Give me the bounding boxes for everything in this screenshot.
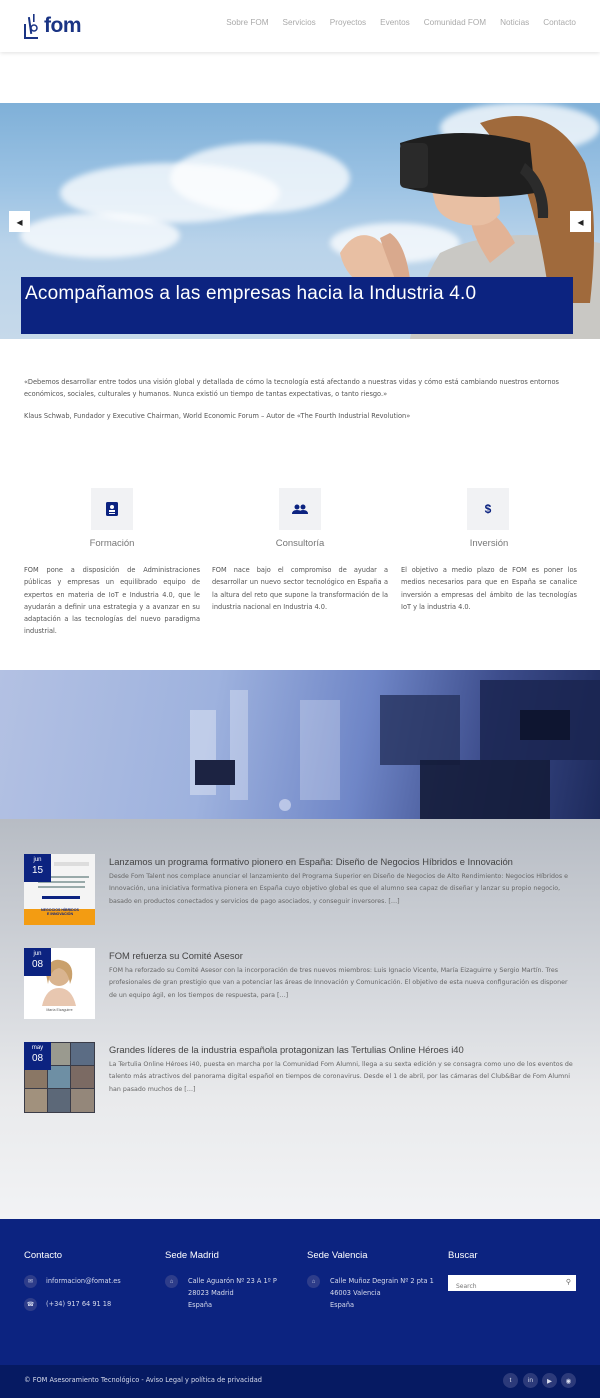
footer-heading-contacto: Contacto xyxy=(24,1250,63,1261)
dollar-icon: $ xyxy=(467,488,509,530)
news-title-link[interactable]: Grandes líderes de la industria española… xyxy=(109,1044,464,1055)
nav-item-comunidad-fom[interactable]: Comunidad FOM xyxy=(424,18,486,27)
footer-madrid-line2: 28023 Madrid xyxy=(188,1289,234,1297)
quote-author: Klaus Schwab, Fundador y Executive Chair… xyxy=(24,412,411,420)
feature-text: FOM nace bajo el compromiso de ayudar a … xyxy=(212,566,388,611)
footer-madrid-line3: España xyxy=(188,1301,213,1309)
site-header: fom Sobre FOM Servicios Proyectos Evento… xyxy=(0,0,600,52)
footer-phone: (+34) 917 64 91 18 xyxy=(46,1300,112,1308)
news-section: NEGOCIOS HÍBRIDOS E INNOVACIÓN jun 15 La… xyxy=(0,819,600,1219)
feature-title: Consultoría xyxy=(275,538,325,549)
news-date-badge: jun 15 xyxy=(24,854,51,882)
hero-caption: Acompañamos a las empresas hacia la Indu… xyxy=(21,277,573,334)
feature-text: El objetivo a medio plazo de FOM es pone… xyxy=(401,566,577,611)
id-card-icon xyxy=(91,488,133,530)
dollar-glyph: $ xyxy=(484,502,492,516)
bottom-bar: © FOM Asesoramiento Tecnológico - Aviso … xyxy=(0,1365,600,1398)
news-month: jun xyxy=(33,857,42,863)
news-day: 08 xyxy=(31,1053,44,1064)
logo[interactable]: fom xyxy=(24,13,82,39)
chevron-left-icon: ◂ xyxy=(577,214,584,229)
nav-item-eventos[interactable]: Eventos xyxy=(380,18,410,27)
linkedin-icon[interactable]: in xyxy=(523,1373,538,1388)
news-item[interactable]: may 08 Grandes líderes de la industria e… xyxy=(24,1042,576,1114)
news-thumb-label: María Eizaguirre xyxy=(46,1008,73,1012)
cloud xyxy=(20,213,180,258)
slider-next-button[interactable]: ◂ xyxy=(570,211,591,232)
industrial-banner-image xyxy=(0,670,600,819)
nav-item-noticias[interactable]: Noticias xyxy=(500,18,529,27)
footer-search-box: ⚲ xyxy=(448,1275,576,1295)
footer-valencia-line1: Calle Muñoz Degrain Nº 2 pta 1 xyxy=(330,1277,434,1285)
news-title-link[interactable]: Lanzamos un programa formativo pionero e… xyxy=(109,856,513,867)
hero-slider: ◂ ◂ Acompañamos a las empresas hacia la … xyxy=(0,103,600,339)
footer-heading-madrid: Sede Madrid xyxy=(165,1250,219,1261)
feature-text: FOM pone a disposición de Administracion… xyxy=(24,566,200,636)
slider-prev-button[interactable]: ◂ xyxy=(9,211,30,232)
search-icon[interactable]: ⚲ xyxy=(566,1278,571,1286)
nav-item-proyectos[interactable]: Proyectos xyxy=(330,18,366,27)
news-date-badge: jun 08 xyxy=(24,948,51,976)
news-date-badge: may 08 xyxy=(24,1042,51,1070)
news-day: 15 xyxy=(31,865,44,876)
nav-item-contacto[interactable]: Contacto xyxy=(543,18,576,27)
footer-madrid-line1: Calle Aguarón Nº 23 A 1º P xyxy=(188,1277,277,1285)
hero-caption-text: Acompañamos a las empresas hacia la Indu… xyxy=(25,283,477,304)
nav-item-servicios[interactable]: Servicios xyxy=(283,18,316,27)
twitter-icon[interactable]: t xyxy=(503,1373,518,1388)
footer-email-link[interactable]: informacion@fomat.es xyxy=(46,1275,121,1287)
news-month: jun xyxy=(33,951,42,957)
logo-mark-icon xyxy=(24,13,40,39)
footer-heading-valencia: Sede Valencia xyxy=(307,1250,368,1261)
footer-valencia-line3: España xyxy=(330,1301,355,1309)
news-item[interactable]: María Eizaguirre jun 08 FOM refuerza su … xyxy=(24,948,576,1020)
news-title-link[interactable]: FOM refuerza su Comité Asesor xyxy=(109,950,243,961)
copyright-text[interactable]: © FOM Asesoramiento Tecnológico - Aviso … xyxy=(24,1376,262,1384)
logo-text: fom xyxy=(44,14,82,37)
feature-title: Inversión xyxy=(469,538,509,549)
search-input[interactable] xyxy=(448,1278,558,1295)
mail-icon: ✉ xyxy=(24,1275,37,1288)
home-icon: ⌂ xyxy=(307,1275,320,1288)
machinery-image xyxy=(190,680,600,819)
news-month: may xyxy=(31,1045,44,1051)
news-item[interactable]: NEGOCIOS HÍBRIDOS E INNOVACIÓN jun 15 La… xyxy=(24,854,576,926)
feature-title: Formación xyxy=(89,538,135,549)
youtube-icon[interactable]: ▶ xyxy=(542,1373,557,1388)
chevron-left-icon: ◂ xyxy=(16,214,23,229)
news-thumb-label: NEGOCIOS HÍBRIDOS E INNOVACIÓN xyxy=(41,908,79,916)
home-icon: ⌂ xyxy=(165,1275,178,1288)
news-thumbnail[interactable]: María Eizaguirre jun 08 xyxy=(24,948,95,1019)
news-thumbnail[interactable]: NEGOCIOS HÍBRIDOS E INNOVACIÓN jun 15 xyxy=(24,854,95,925)
users-icon xyxy=(279,488,321,530)
phone-icon: ☎ xyxy=(24,1298,37,1311)
main-nav: Sobre FOM Servicios Proyectos Eventos Co… xyxy=(226,18,576,27)
news-excerpt: La Tertulia Online Héroes i40, puesta en… xyxy=(109,1061,573,1093)
quote-text: «Debemos desarrollar entre todos una vis… xyxy=(24,378,559,398)
news-excerpt: FOM ha reforzado su Comité Asesor con la… xyxy=(109,967,568,999)
news-excerpt: Desde Fom Talent nos complace anunciar e… xyxy=(109,873,569,905)
footer-heading-buscar: Buscar xyxy=(448,1250,478,1261)
footer-valencia-line2: 46003 Valencia xyxy=(330,1289,381,1297)
nav-item-sobre-fom[interactable]: Sobre FOM xyxy=(226,18,268,27)
news-day: 08 xyxy=(31,959,44,970)
instagram-icon[interactable]: ◉ xyxy=(561,1373,576,1388)
news-thumbnail[interactable]: may 08 xyxy=(24,1042,95,1113)
